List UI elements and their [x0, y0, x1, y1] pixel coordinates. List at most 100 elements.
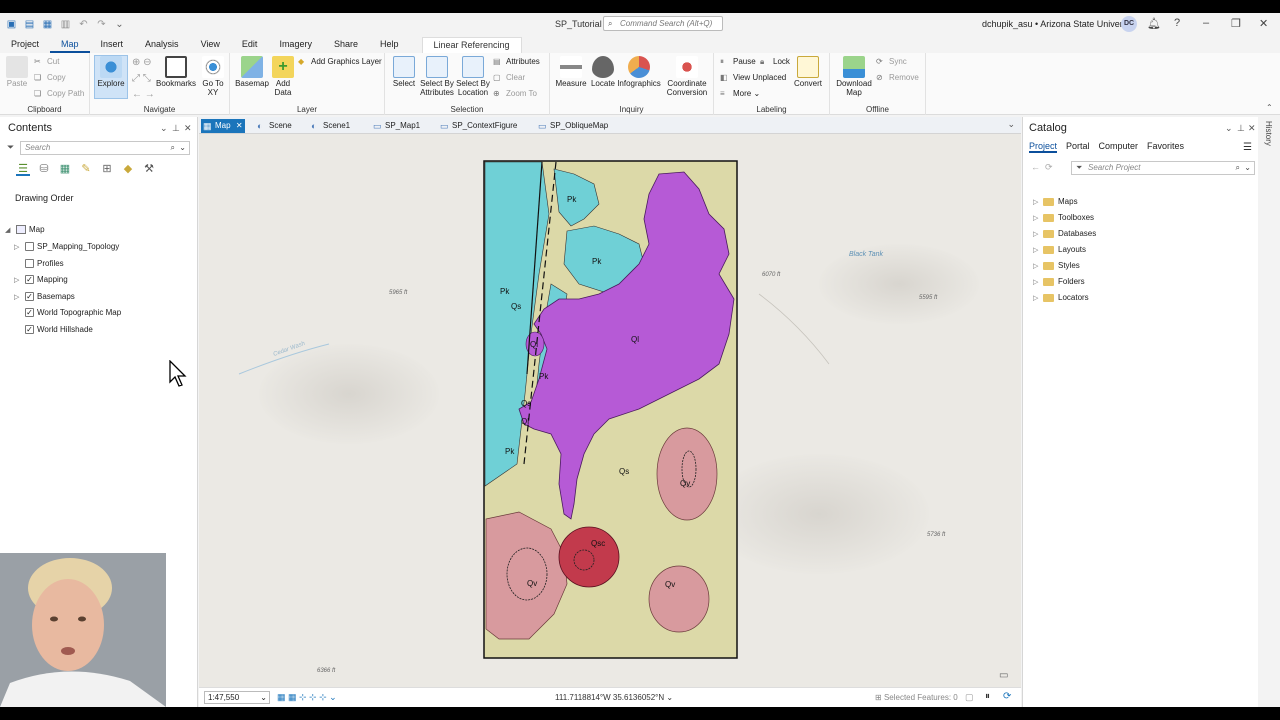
list-by-snapping-icon[interactable]: ⊞	[100, 162, 114, 176]
pane-options-icon[interactable]: ⌄	[160, 123, 168, 134]
doc-tab-sp-map1[interactable]: ▭ SP_Map1	[371, 119, 420, 133]
history-side-tab[interactable]: History	[1260, 117, 1280, 707]
catalog-item-folders[interactable]: ▷ Folders	[1033, 277, 1085, 286]
list-by-selection-icon[interactable]: ▦	[58, 162, 72, 176]
chevron-down-icon[interactable]: ⌄	[260, 692, 267, 703]
tab-help[interactable]: Help	[369, 37, 410, 53]
expand-icon[interactable]: ▷	[1033, 246, 1039, 254]
selected-features-count[interactable]: ⊞ Selected Features: 0	[875, 693, 958, 702]
go-to-xy-button[interactable]: Go To XY	[200, 56, 226, 97]
layer-checkbox[interactable]: ✓	[25, 292, 34, 301]
open-icon[interactable]: ▤	[24, 19, 35, 30]
filter-icon[interactable]: ⏷	[1076, 162, 1082, 174]
avatar[interactable]: DC	[1121, 16, 1137, 32]
copy-button[interactable]: ❏ Copy	[34, 73, 66, 82]
minimize-icon[interactable]: –	[1203, 17, 1209, 29]
save-icon[interactable]: ▦	[42, 19, 53, 30]
map-node[interactable]: ◢ Map	[5, 225, 45, 234]
more-labeling-button[interactable]: ≡ More ⌄	[720, 89, 760, 98]
layer-basemaps[interactable]: ▷ ✓ Basemaps	[14, 292, 75, 301]
close-tab-icon[interactable]: ✕	[236, 119, 243, 133]
pin-icon[interactable]: ⊥	[172, 123, 180, 134]
map-canvas[interactable]: Pk Pk Pk Pk Pk Ql Ql Ql Qs Qs Qs Qv Qv Q…	[199, 134, 1021, 687]
layer-profiles[interactable]: Profiles	[14, 259, 64, 268]
view-unplaced-button[interactable]: ◧ View Unplaced	[720, 73, 786, 82]
catalog-item-locators[interactable]: ▷ Locators	[1033, 293, 1089, 302]
tab-map[interactable]: Map	[50, 37, 90, 53]
catalog-search-input[interactable]: ⏷ Search Project ⌕ ⌄	[1071, 161, 1255, 175]
layer-checkbox[interactable]: ✓	[25, 275, 34, 284]
list-by-editing-icon[interactable]: ✎	[79, 162, 93, 176]
layer-checkbox[interactable]	[25, 242, 34, 251]
doc-tab-sp-contextfigure[interactable]: ▭ SP_ContextFigure	[438, 119, 517, 133]
catalog-tab-favorites[interactable]: Favorites	[1147, 141, 1184, 153]
doc-tab-map[interactable]: ▦ Map ✕	[201, 119, 245, 133]
scale-selector[interactable]: 1:47,550 ⌄	[204, 691, 270, 704]
doc-tab-scene[interactable]: ◐ Scene	[255, 119, 292, 133]
catalog-tab-portal[interactable]: Portal	[1066, 141, 1090, 153]
layer-checkbox[interactable]: ✓	[25, 325, 34, 334]
expand-icon[interactable]: ▷	[14, 293, 22, 301]
print-icon[interactable]: ▥	[60, 19, 71, 30]
catalog-item-databases[interactable]: ▷ Databases	[1033, 229, 1096, 238]
basemap-button[interactable]: Basemap	[234, 56, 270, 88]
expand-icon[interactable]: ▷	[1033, 198, 1039, 206]
map-navigation-tools-icon[interactable]: ▦ ▦ ⊹ ⊹ ⊹ ⌄	[277, 692, 337, 703]
pause-labeling-button[interactable]: ⏸ Pause	[720, 57, 756, 67]
doc-tab-sp-obliquemap[interactable]: ▭ SP_ObliqueMap	[536, 119, 608, 133]
copy-path-button[interactable]: ❏ Copy Path	[34, 89, 84, 98]
sync-button[interactable]: ⟳ Sync	[876, 57, 907, 66]
download-map-button[interactable]: Download Map	[834, 56, 874, 97]
refresh-icon[interactable]: ⟳	[1003, 691, 1011, 702]
undo-icon[interactable]: ↶	[78, 19, 89, 30]
help-icon[interactable]: ?	[1174, 17, 1180, 29]
explore-button[interactable]: Explore	[94, 55, 128, 99]
notification-bell-icon[interactable]: 🔔︎	[1147, 17, 1161, 30]
select-by-location-button[interactable]: Select By Location	[455, 56, 491, 97]
paste-button[interactable]: Paste	[4, 56, 30, 88]
user-name[interactable]: dchupik_asu • Arizona State University	[982, 19, 1136, 29]
expand-icon[interactable]: ▷	[14, 276, 22, 284]
customize-qat-icon[interactable]: ⌄	[114, 19, 125, 30]
add-graphics-layer-button[interactable]: ◆ Add Graphics Layer	[298, 57, 382, 66]
list-by-source-icon[interactable]: ⛁	[37, 162, 51, 176]
command-search-input[interactable]: ⌕ Command Search (Alt+Q)	[603, 16, 723, 31]
chevron-down-icon[interactable]: ⌄	[1244, 162, 1251, 174]
catalog-tab-computer[interactable]: Computer	[1099, 141, 1139, 153]
contents-search-input[interactable]: Search ⌕ ⌄	[20, 141, 190, 155]
coordinate-conversion-button[interactable]: Coordinate Conversion	[662, 56, 712, 97]
catalog-item-toolboxes[interactable]: ▷ Toolboxes	[1033, 213, 1094, 222]
back-icon[interactable]: ←	[1031, 162, 1040, 172]
convert-button[interactable]: Convert	[792, 56, 824, 88]
tab-project[interactable]: Project	[0, 37, 50, 53]
restore-icon[interactable]: ❐	[1231, 17, 1241, 30]
list-by-drawing-order-icon[interactable]: ☰	[16, 162, 30, 176]
expand-icon[interactable]: ▷	[1033, 278, 1039, 286]
layer-checkbox[interactable]	[25, 259, 34, 268]
tab-analysis[interactable]: Analysis	[134, 37, 190, 53]
attributes-button[interactable]: ▤ Attributes	[493, 57, 540, 66]
expand-icon[interactable]: ▷	[14, 243, 22, 251]
pin-icon[interactable]: ⊥	[1237, 123, 1245, 134]
close-pane-icon[interactable]: ✕	[184, 123, 192, 134]
tab-list-chevron-icon[interactable]: ⌄	[1007, 119, 1015, 130]
coordinate-readout[interactable]: 111.7118814°W 35.6136052°N ⌄	[555, 693, 673, 702]
catalog-tab-project[interactable]: Project	[1029, 141, 1058, 153]
extent-tools-icon[interactable]: ⤢ ⤡	[132, 73, 151, 84]
tab-insert[interactable]: Insert	[90, 37, 135, 53]
expand-icon[interactable]: ▷	[1033, 262, 1039, 270]
infographics-button[interactable]: Infographics	[616, 56, 662, 88]
refresh-table-icon[interactable]: ▢	[965, 692, 974, 703]
pane-options-icon[interactable]: ⌄	[1225, 123, 1233, 134]
list-by-perspective-icon[interactable]: ⚒	[142, 162, 156, 176]
map-notes-icon[interactable]: ▭	[999, 670, 1008, 681]
tab-share[interactable]: Share	[323, 37, 369, 53]
close-icon[interactable]: ✕	[1259, 17, 1268, 30]
zoom-tools-icon[interactable]: ⊕ ⊖	[132, 57, 152, 68]
doc-tab-scene1[interactable]: ◐ Scene1	[309, 119, 350, 133]
filter-icon[interactable]: ⏷	[7, 142, 14, 153]
tab-edit[interactable]: Edit	[231, 37, 269, 53]
close-pane-icon[interactable]: ✕	[1248, 123, 1256, 134]
remove-button[interactable]: ⊘ Remove	[876, 73, 919, 82]
expand-icon[interactable]: ▷	[1033, 230, 1039, 238]
